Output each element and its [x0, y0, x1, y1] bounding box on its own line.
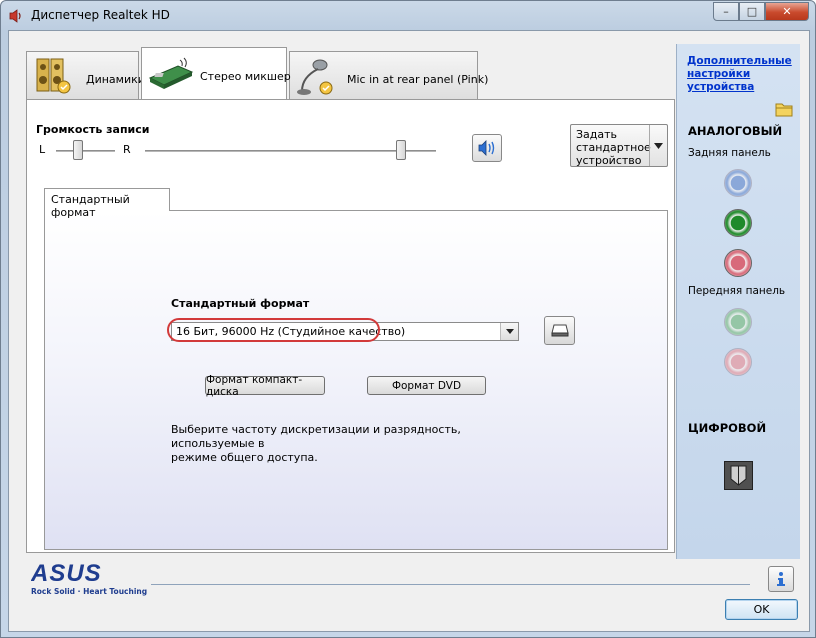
maximize-button[interactable]: □ — [739, 2, 765, 21]
tab-speakers[interactable]: Динамики — [26, 51, 145, 99]
rear-panel-label: Задняя панель — [688, 147, 771, 159]
asus-wordmark-icon: ASUS — [30, 560, 102, 587]
set-default-device-button[interactable]: Задать стандартное устройство — [570, 124, 668, 167]
title-bar: Диспетчер Realtek HD – □ ✕ — [1, 1, 815, 31]
default-format-panel: Стандартный формат 16 Бит, 96000 Hz (Сту… — [44, 210, 668, 550]
format-highlight-ring — [167, 318, 380, 342]
balance-right-label: R — [123, 143, 131, 156]
footer-divider — [151, 584, 750, 585]
realtek-window: Диспетчер Realtek HD – □ ✕ Динамики Стер… — [0, 0, 816, 638]
tab-stereo-mixer-label: Стерео микшер — [200, 70, 291, 83]
info-button[interactable] — [768, 566, 794, 592]
stereo-mixer-icon — [148, 57, 194, 89]
speaker-app-icon — [9, 9, 21, 23]
front-pink-jack[interactable] — [724, 348, 752, 376]
rear-pink-jack[interactable] — [724, 249, 752, 277]
tab-stereo-mixer[interactable]: Стерео микшер — [141, 47, 291, 99]
balance-slider[interactable] — [73, 140, 83, 160]
close-button[interactable]: ✕ — [765, 2, 809, 21]
digital-heading: ЦИФРОВОЙ — [688, 421, 767, 435]
front-green-jack[interactable] — [724, 308, 752, 336]
folder-icon[interactable] — [774, 100, 794, 118]
advanced-settings-link[interactable]: Дополнительные настройки устройства — [687, 55, 792, 94]
window-title: Диспетчер Realtek HD — [31, 8, 170, 22]
rear-green-jack[interactable] — [724, 209, 752, 237]
speakers-icon — [36, 58, 71, 94]
tab-speakers-label: Динамики — [86, 73, 145, 86]
chevron-down-icon — [500, 323, 518, 340]
analog-heading: АНАЛОГОВЫЙ — [688, 124, 783, 138]
eraser-icon — [550, 324, 569, 336]
client-area: Динамики Стерео микшер Mic in at rear pa… — [8, 30, 810, 632]
format-description: Выберите частоту дискретизации и разрядн… — [171, 423, 461, 464]
window-controls: – □ ✕ — [713, 2, 809, 21]
mute-button[interactable] — [472, 134, 502, 162]
microphone-icon — [297, 59, 333, 95]
recording-volume-title: Громкость записи — [36, 123, 150, 136]
volume-slider[interactable] — [396, 140, 406, 160]
tab-default-format[interactable]: Стандартный формат — [44, 188, 170, 219]
front-panel-label: Передняя панель — [688, 285, 786, 297]
balance-left-label: L — [39, 143, 46, 156]
asus-logo: ASUS Rock Solid · Heart Touching — [30, 560, 148, 596]
set-default-device-label: Задать стандартное устройство — [576, 128, 651, 167]
connector-sidebar: Дополнительные настройки устройства АНАЛ… — [676, 44, 800, 559]
dvd-format-button[interactable]: Формат DVD — [367, 376, 486, 395]
volume-track — [145, 150, 436, 153]
digital-output-icon[interactable] — [724, 461, 753, 490]
info-icon — [777, 572, 785, 586]
asus-wordmark: ASUS — [31, 562, 102, 584]
asus-slogan: Rock Solid · Heart Touching — [31, 587, 148, 596]
tab-mic-rear[interactable]: Mic in at rear panel (Pink) — [289, 51, 488, 99]
reset-format-button[interactable] — [544, 316, 575, 345]
ok-button[interactable]: OK — [725, 599, 798, 620]
tab-mic-rear-label: Mic in at rear panel (Pink) — [347, 73, 489, 86]
rear-blue-jack[interactable] — [724, 169, 752, 197]
cd-format-button[interactable]: Формат компакт-диска — [205, 374, 325, 398]
minimize-button[interactable]: – — [713, 2, 739, 21]
speaker-volume-icon — [478, 140, 495, 156]
chevron-down-icon — [649, 125, 667, 166]
main-panel: Громкость записи L R Задать стандартное … — [26, 99, 675, 553]
format-section-title: Стандартный формат — [171, 297, 310, 310]
balance-track — [56, 150, 115, 153]
